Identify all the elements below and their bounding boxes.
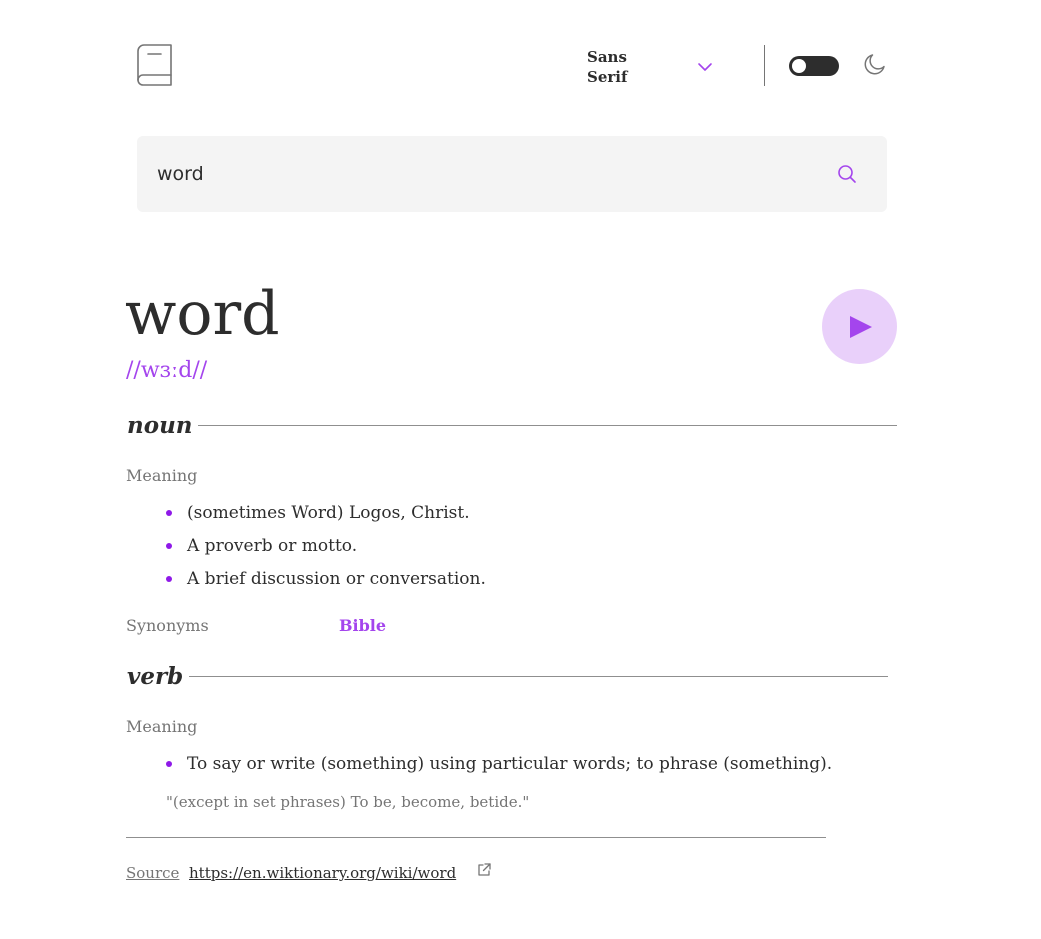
theme-toggle[interactable] xyxy=(789,56,839,76)
app-header: Sans Serif xyxy=(137,44,887,88)
search-bar xyxy=(137,136,887,212)
bullet xyxy=(166,761,172,767)
phonetic: //wɜːd// xyxy=(126,358,208,383)
play-audio-button[interactable] xyxy=(822,289,897,364)
toggle-knob xyxy=(792,59,806,73)
bullet xyxy=(166,576,172,582)
part-of-speech-noun: noun xyxy=(127,412,193,439)
verb-divider xyxy=(189,676,888,677)
search-icon[interactable] xyxy=(837,164,857,184)
definition-item: (sometimes Word) Logos, Christ. xyxy=(187,503,470,523)
definition-item: A proverb or motto. xyxy=(187,536,358,556)
word-title: word xyxy=(125,279,280,349)
footer-divider xyxy=(126,837,826,838)
source-link[interactable]: https://en.wiktionary.org/wiki/word xyxy=(189,863,456,883)
chevron-down-icon xyxy=(698,63,712,71)
font-select-value: Sans Serif xyxy=(587,48,628,86)
meaning-label: Meaning xyxy=(126,717,198,736)
external-link-icon[interactable] xyxy=(477,863,491,877)
meaning-label: Meaning xyxy=(126,466,198,485)
definition-item: A brief discussion or conversation. xyxy=(187,569,486,589)
synonyms-label: Synonyms xyxy=(126,616,209,635)
play-icon xyxy=(850,316,872,338)
noun-divider xyxy=(198,425,897,426)
definition-item: To say or write (something) using partic… xyxy=(187,754,833,774)
part-of-speech-verb: verb xyxy=(127,663,184,690)
book-icon xyxy=(137,44,172,86)
usage-example: "(except in set phrases) To be, become, … xyxy=(166,793,530,811)
header-divider xyxy=(764,45,765,86)
moon-icon xyxy=(864,54,885,75)
bullet xyxy=(166,543,172,549)
bullet xyxy=(166,510,172,516)
synonym-link[interactable]: Bible xyxy=(339,616,386,636)
source-label: Source xyxy=(126,864,180,882)
search-input[interactable] xyxy=(157,154,817,194)
font-family-select[interactable]: Sans Serif xyxy=(587,47,717,87)
